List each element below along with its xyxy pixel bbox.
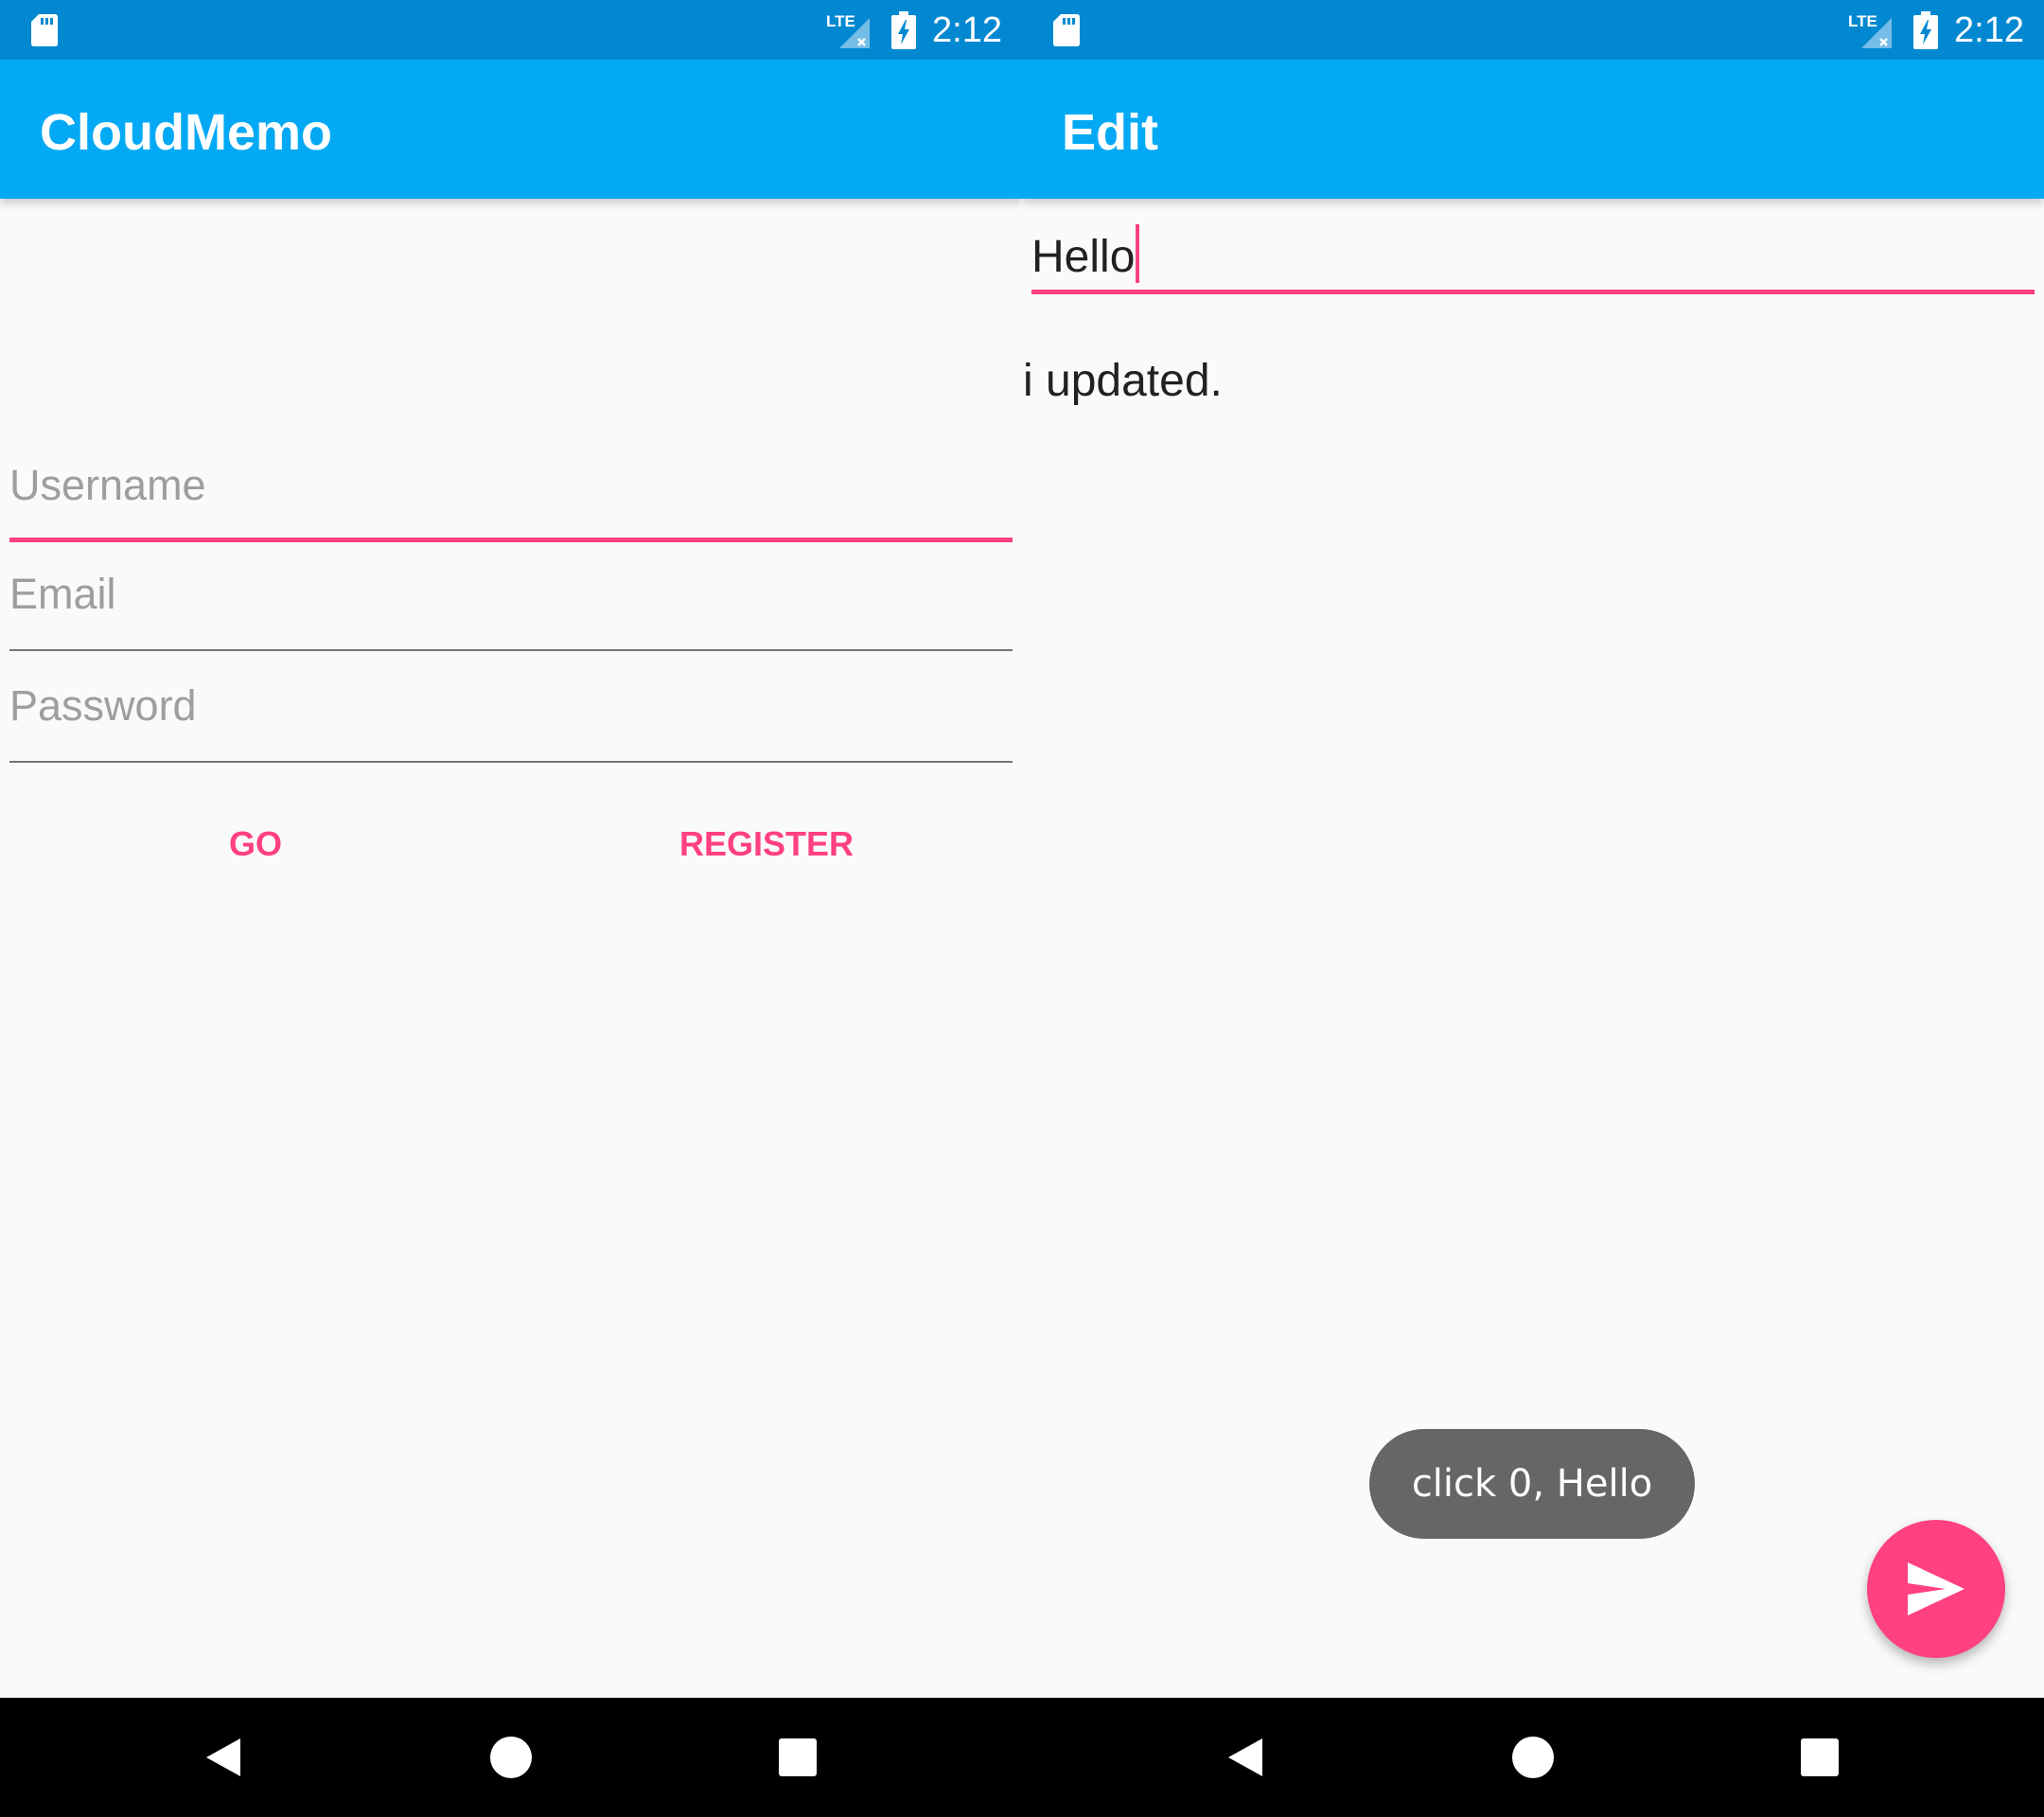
toast-message: click 0, Hello bbox=[1369, 1429, 1695, 1539]
recents-icon[interactable] bbox=[1791, 1729, 1848, 1786]
home-icon[interactable] bbox=[1505, 1729, 1561, 1786]
home-icon[interactable] bbox=[483, 1729, 539, 1786]
back-icon[interactable] bbox=[1217, 1729, 1274, 1786]
status-clock: 2:12 bbox=[1954, 10, 2024, 50]
login-screen: LTE 2:12 CloudMemo Username Email Passwo… bbox=[0, 0, 1022, 1817]
recents-icon[interactable] bbox=[769, 1729, 826, 1786]
memo-title-value: Hello bbox=[1031, 224, 1140, 286]
app-toolbar: Edit bbox=[1022, 60, 2044, 199]
register-button[interactable]: REGISTER bbox=[653, 814, 880, 874]
memo-body-text[interactable]: i updated. bbox=[1023, 352, 1223, 411]
lte-signal-icon: LTE bbox=[826, 12, 870, 48]
text-cursor bbox=[1136, 224, 1140, 283]
status-clock: 2:12 bbox=[932, 10, 1002, 50]
edit-screen: LTE 2:12 Edit Hello i updated. click 0, … bbox=[1022, 0, 2044, 1817]
battery-charging-icon bbox=[1913, 11, 1938, 49]
status-bar: LTE 2:12 bbox=[0, 0, 1022, 60]
sd-card-icon bbox=[1053, 14, 1080, 46]
email-placeholder: Email bbox=[9, 570, 116, 618]
sd-card-icon bbox=[31, 14, 58, 46]
go-button[interactable]: GO bbox=[161, 814, 350, 874]
email-field[interactable]: Email bbox=[9, 560, 1013, 651]
username-field[interactable]: Username bbox=[9, 451, 1013, 542]
password-placeholder: Password bbox=[9, 681, 197, 730]
send-icon bbox=[1908, 1562, 1965, 1615]
lte-signal-icon: LTE bbox=[1848, 12, 1892, 48]
memo-title-underline bbox=[1031, 290, 2035, 294]
page-title: Edit bbox=[1062, 104, 1158, 161]
username-underline bbox=[9, 538, 1013, 542]
page-title: CloudMemo bbox=[40, 104, 332, 161]
status-bar: LTE 2:12 bbox=[1022, 0, 2044, 60]
username-placeholder: Username bbox=[9, 461, 206, 509]
navigation-bar bbox=[0, 1698, 1022, 1817]
app-toolbar: CloudMemo bbox=[0, 60, 1022, 199]
lte-label: LTE bbox=[1848, 12, 1877, 30]
memo-title-input[interactable]: Hello bbox=[1031, 221, 2035, 294]
back-icon[interactable] bbox=[195, 1729, 252, 1786]
password-underline bbox=[9, 761, 1013, 763]
send-button[interactable] bbox=[1867, 1520, 2005, 1658]
navigation-bar bbox=[1022, 1698, 2044, 1817]
email-underline bbox=[9, 649, 1013, 651]
password-field[interactable]: Password bbox=[9, 672, 1013, 763]
lte-label: LTE bbox=[826, 12, 855, 30]
battery-charging-icon bbox=[891, 11, 916, 49]
